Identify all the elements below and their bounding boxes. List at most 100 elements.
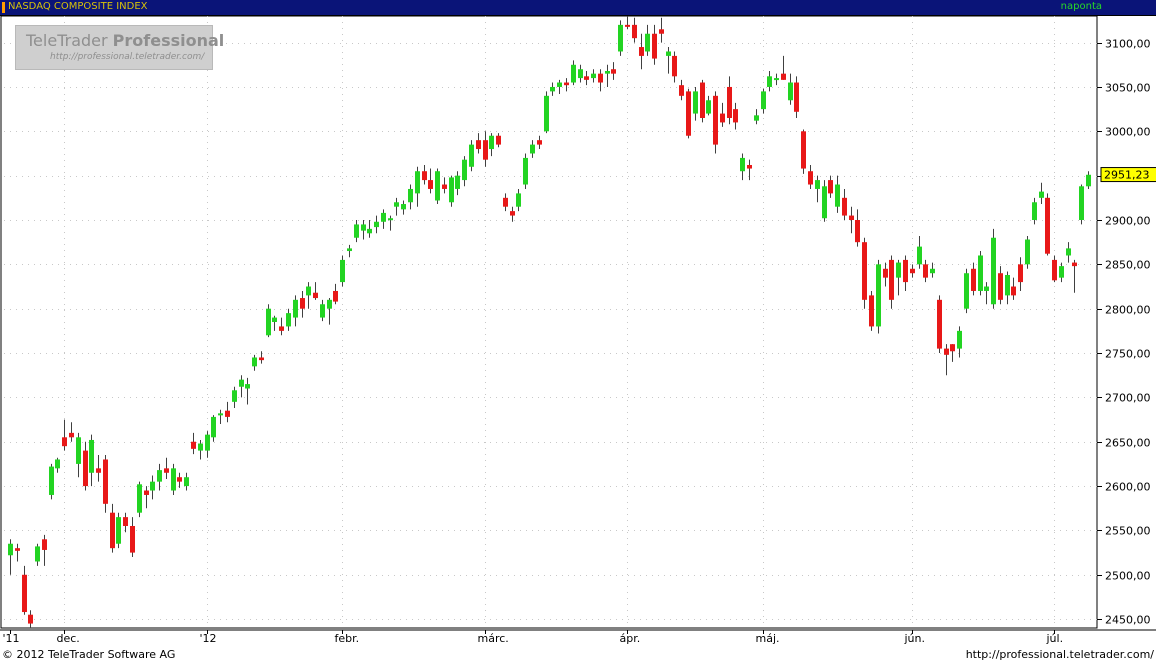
candle-up [957, 330, 962, 349]
candle-up [415, 171, 420, 194]
y-tick-label: 3050,00 [1105, 82, 1151, 95]
candle-down [971, 268, 976, 291]
candle-up [571, 64, 576, 83]
candle-up [340, 259, 345, 283]
candle-up [286, 313, 291, 327]
candle-down [191, 441, 196, 449]
candle-down [584, 76, 589, 80]
candle-up [171, 468, 176, 491]
candle-up [354, 224, 359, 238]
candle-down [564, 82, 569, 86]
candle-up [455, 175, 460, 189]
y-tick-label: 3000,00 [1105, 126, 1151, 139]
candle-down [862, 242, 867, 300]
candle-up [876, 264, 881, 327]
candle-up [557, 82, 562, 87]
candle-down [733, 109, 738, 123]
candle-up [767, 76, 772, 87]
candle-up [347, 248, 352, 252]
candle-up [1032, 202, 1037, 220]
candle-up [964, 273, 969, 309]
candle-up [245, 384, 250, 389]
y-tick-label: 2600,00 [1105, 481, 1151, 494]
candle-down [998, 273, 1003, 300]
candle-down [923, 264, 928, 278]
candle-down [659, 29, 664, 34]
candle-down [259, 357, 264, 361]
candle-up [578, 69, 583, 79]
candle-down [598, 73, 603, 83]
candle-down [28, 614, 33, 624]
candle-down [855, 220, 860, 243]
candle-down [903, 259, 908, 283]
candle-up [381, 212, 386, 222]
candle-up [293, 299, 298, 318]
candle-up [388, 218, 393, 221]
price-chart[interactable]: 2450,00 2500,00 2550,00 2600,00 2650,00 2700,… [0, 0, 1156, 664]
candle-down [944, 348, 949, 355]
y-tick-label: 2900,00 [1105, 215, 1151, 228]
candle-down [1045, 197, 1050, 254]
candle-up [1079, 186, 1084, 220]
copyright-text: © 2012 TeleTrader Software AG [2, 648, 176, 661]
y-tick-label: 2700,00 [1105, 392, 1151, 405]
candle-up [184, 477, 189, 487]
candle-down [700, 82, 705, 118]
candle-up [449, 177, 454, 203]
candle-up [320, 304, 325, 318]
candle-down [849, 215, 854, 220]
x-tick-label: júl. [1046, 632, 1064, 645]
candle-down [510, 211, 515, 216]
grid-lines [0, 15, 1156, 631]
candle-down [428, 180, 433, 189]
candle-down [42, 539, 47, 550]
candle-down [747, 165, 752, 169]
candle-up [788, 82, 793, 101]
candle-up [198, 443, 203, 451]
candle-down [164, 468, 169, 473]
candle-up [591, 73, 596, 79]
x-tick-label: febr. [335, 632, 360, 645]
candle-up [408, 188, 413, 203]
candle-up [706, 100, 711, 114]
candle-up [266, 308, 271, 336]
candle-down [828, 180, 833, 194]
candle-down [476, 140, 481, 150]
candle-up [984, 286, 989, 291]
candle-down [842, 197, 847, 216]
candle-up [157, 470, 162, 482]
candle-down [808, 171, 813, 185]
candle-up [523, 157, 528, 185]
y-tick-label: 2800,00 [1105, 304, 1151, 317]
candle-down [937, 299, 942, 349]
candle-up [394, 202, 399, 207]
y-tick-label: 2650,00 [1105, 437, 1151, 450]
candle-up [232, 390, 237, 402]
candle-up [1066, 248, 1071, 256]
candle-down [422, 171, 427, 181]
candle-up [835, 184, 840, 207]
y-tick-label: 2750,00 [1105, 348, 1151, 361]
footer-url[interactable]: http://professional.teletrader.com/ [966, 648, 1154, 661]
candle-down [103, 459, 108, 504]
last-price-label: 2951,23 [1104, 169, 1150, 182]
candle-down [869, 295, 874, 327]
candle-down [625, 24, 630, 27]
candle-down [279, 326, 284, 331]
y-tick-label: 2450,00 [1105, 614, 1151, 627]
candle-up [55, 459, 60, 469]
candle-down [632, 24, 637, 39]
candle-up [1059, 266, 1064, 278]
candle-up [211, 416, 216, 438]
candle-up [761, 91, 766, 110]
candle-down [679, 85, 684, 96]
y-tick-label: 3100,00 [1105, 38, 1151, 51]
candle-down [611, 69, 616, 74]
candle-up [1025, 239, 1030, 265]
watermark-brand: TeleTrader Professional [26, 31, 225, 50]
x-axis: '11 dec. '12 febr. márc. ápr. máj. jún. júl. [3, 630, 1064, 645]
candle-up [822, 186, 827, 219]
candle-down [83, 450, 88, 487]
candle-down [1018, 264, 1023, 283]
candle-down [910, 268, 915, 274]
